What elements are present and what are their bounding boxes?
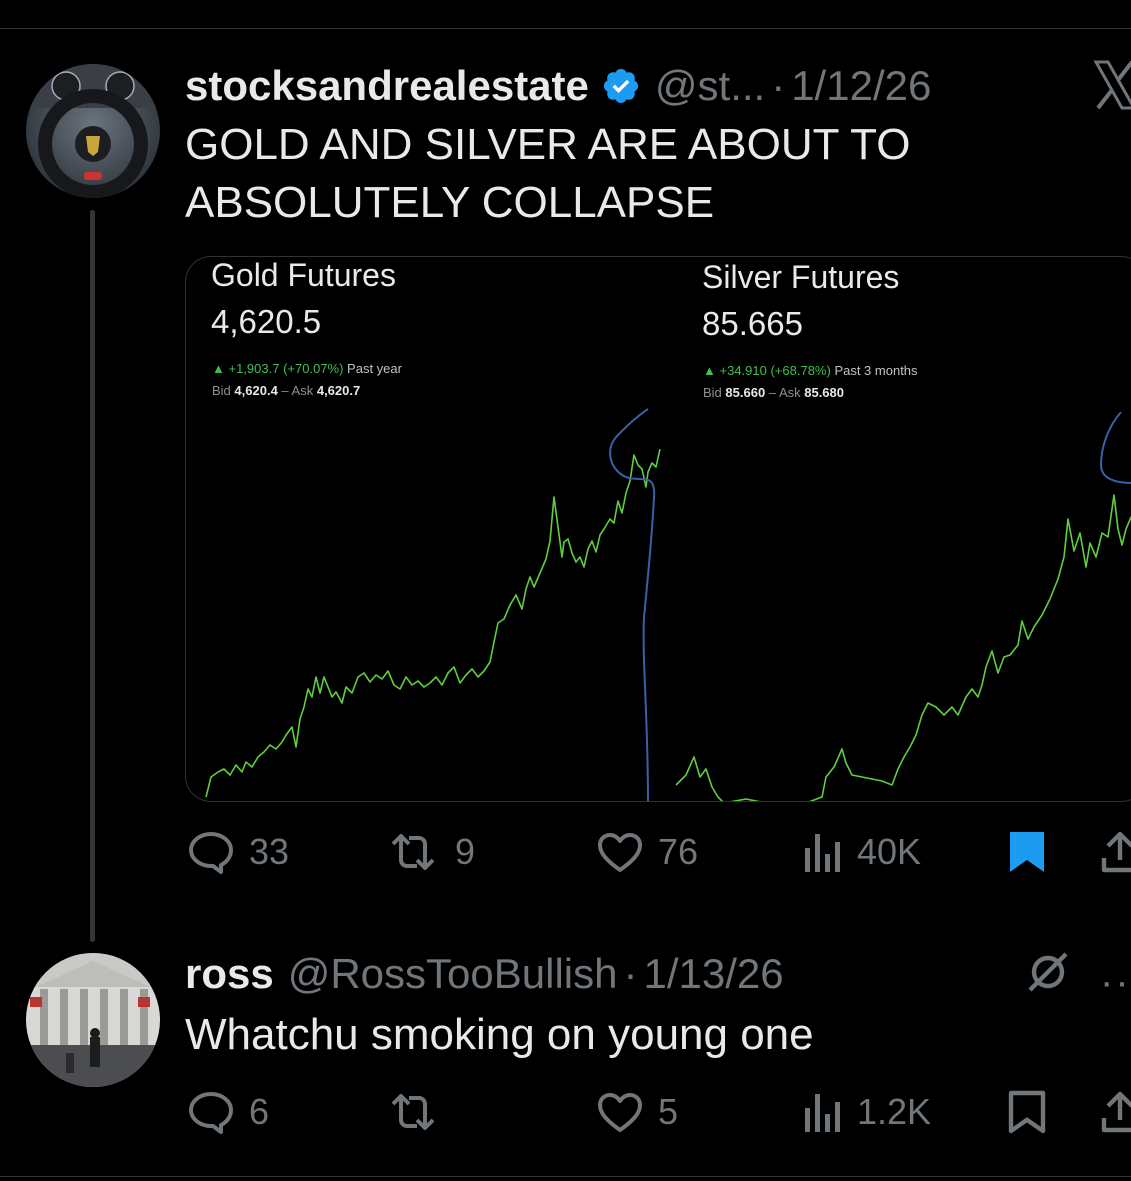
gold-period: Past year	[347, 361, 402, 376]
separator-dot: ·	[771, 62, 786, 109]
share-icon	[1101, 1091, 1131, 1133]
divider	[0, 1176, 1131, 1177]
post-thread: stocksandrealestate @st... · 1/12/26 GOL…	[0, 0, 1131, 1181]
post-media-image[interactable]: Gold Futures 4,620.5 ▲ +1,903.7 (+70.07%…	[185, 256, 1131, 802]
bookmark-icon	[1010, 832, 1044, 872]
gold-change: ▲ +1,903.7 (+70.07%) Past year	[212, 361, 402, 376]
views-button[interactable]: 40K	[803, 830, 921, 874]
gold-bid-ask: Bid 4,620.4 – Ask 4,620.7	[212, 383, 361, 398]
repost-count: 9	[455, 831, 476, 872]
reply-button[interactable]: 6	[187, 1090, 269, 1134]
views-count: 1.2K	[857, 1091, 932, 1132]
like-count: 5	[658, 1091, 679, 1132]
verified-badge-icon	[601, 66, 641, 106]
bookmark-icon	[1008, 1090, 1046, 1134]
display-name[interactable]: ross	[185, 950, 274, 998]
silver-change: ▲ +34.910 (+68.78%) Past 3 months	[703, 363, 918, 378]
avatar-ross[interactable]	[26, 953, 160, 1087]
gold-price-line	[205, 448, 661, 798]
gold-title: Gold Futures	[211, 257, 396, 293]
share-icon	[1101, 831, 1131, 873]
share-button[interactable]	[1100, 1090, 1131, 1134]
like-button[interactable]: 5	[596, 1090, 678, 1134]
views-button[interactable]: 1.2K	[803, 1090, 931, 1134]
reply-icon	[189, 832, 233, 874]
divider	[0, 28, 1131, 29]
x-logo-icon	[1093, 60, 1131, 115]
views-icon	[805, 1094, 840, 1132]
reply-header: ross @RossTooBullish · 1/13/26	[185, 950, 784, 998]
post-text: GOLD AND SILVER ARE ABOUT TO ABSOLUTELY …	[185, 116, 910, 232]
separator-dot: ·	[623, 950, 638, 997]
like-icon	[598, 833, 642, 872]
more-icon[interactable]: ··	[1100, 960, 1131, 1005]
silver-bid-ask: Bid 85.660 – Ask 85.680	[703, 385, 844, 400]
silver-period: Past 3 months	[834, 363, 918, 378]
up-triangle-icon: ▲	[212, 361, 225, 376]
thread-connector	[90, 210, 95, 942]
bookmark-button[interactable]	[1008, 830, 1060, 874]
post-text-line-2: ABSOLUTELY COLLAPSE	[185, 178, 715, 227]
post-header: stocksandrealestate @st... · 1/12/26	[185, 60, 931, 110]
reply-icon	[189, 1092, 233, 1134]
silver-price-line	[675, 494, 1131, 801]
silver-title: Silver Futures	[702, 259, 900, 295]
post-date[interactable]: 1/12/26	[791, 62, 931, 110]
grok-icon[interactable]	[1024, 948, 1072, 1001]
reply-text: Whatchu smoking on young one	[185, 1010, 814, 1059]
display-name[interactable]: stocksandrealestate	[185, 62, 589, 110]
gold-change-value: +1,903.7 (+70.07%)	[228, 361, 344, 376]
like-count: 76	[658, 831, 699, 872]
up-triangle-icon: ▲	[703, 363, 716, 378]
views-icon	[805, 834, 840, 872]
reply-count: 6	[249, 1091, 270, 1132]
post-text-line-1: GOLD AND SILVER ARE ABOUT TO	[185, 120, 911, 169]
media-chart-graphics	[205, 408, 1131, 801]
like-icon	[598, 1093, 642, 1132]
repost-button[interactable]	[385, 1090, 455, 1134]
silver-change-value: +34.910 (+68.78%)	[719, 363, 831, 378]
handle[interactable]: @RossTooBullish	[288, 950, 618, 998]
gold-price: 4,620.5	[211, 303, 322, 340]
repost-button[interactable]: 9	[385, 830, 475, 874]
post-date[interactable]: 1/13/26	[643, 950, 783, 998]
share-button[interactable]	[1100, 830, 1131, 874]
repost-icon	[391, 1094, 435, 1130]
reply-count: 33	[249, 831, 290, 872]
like-button[interactable]: 76	[596, 830, 698, 874]
reply-button[interactable]: 33	[187, 830, 289, 874]
handle[interactable]: @st...	[655, 62, 765, 110]
avatar-stocksandrealestate[interactable]	[26, 64, 160, 198]
repost-icon	[391, 834, 435, 870]
views-count: 40K	[857, 831, 922, 872]
bookmark-button[interactable]	[1008, 1090, 1060, 1134]
silver-price: 85.665	[702, 305, 803, 342]
